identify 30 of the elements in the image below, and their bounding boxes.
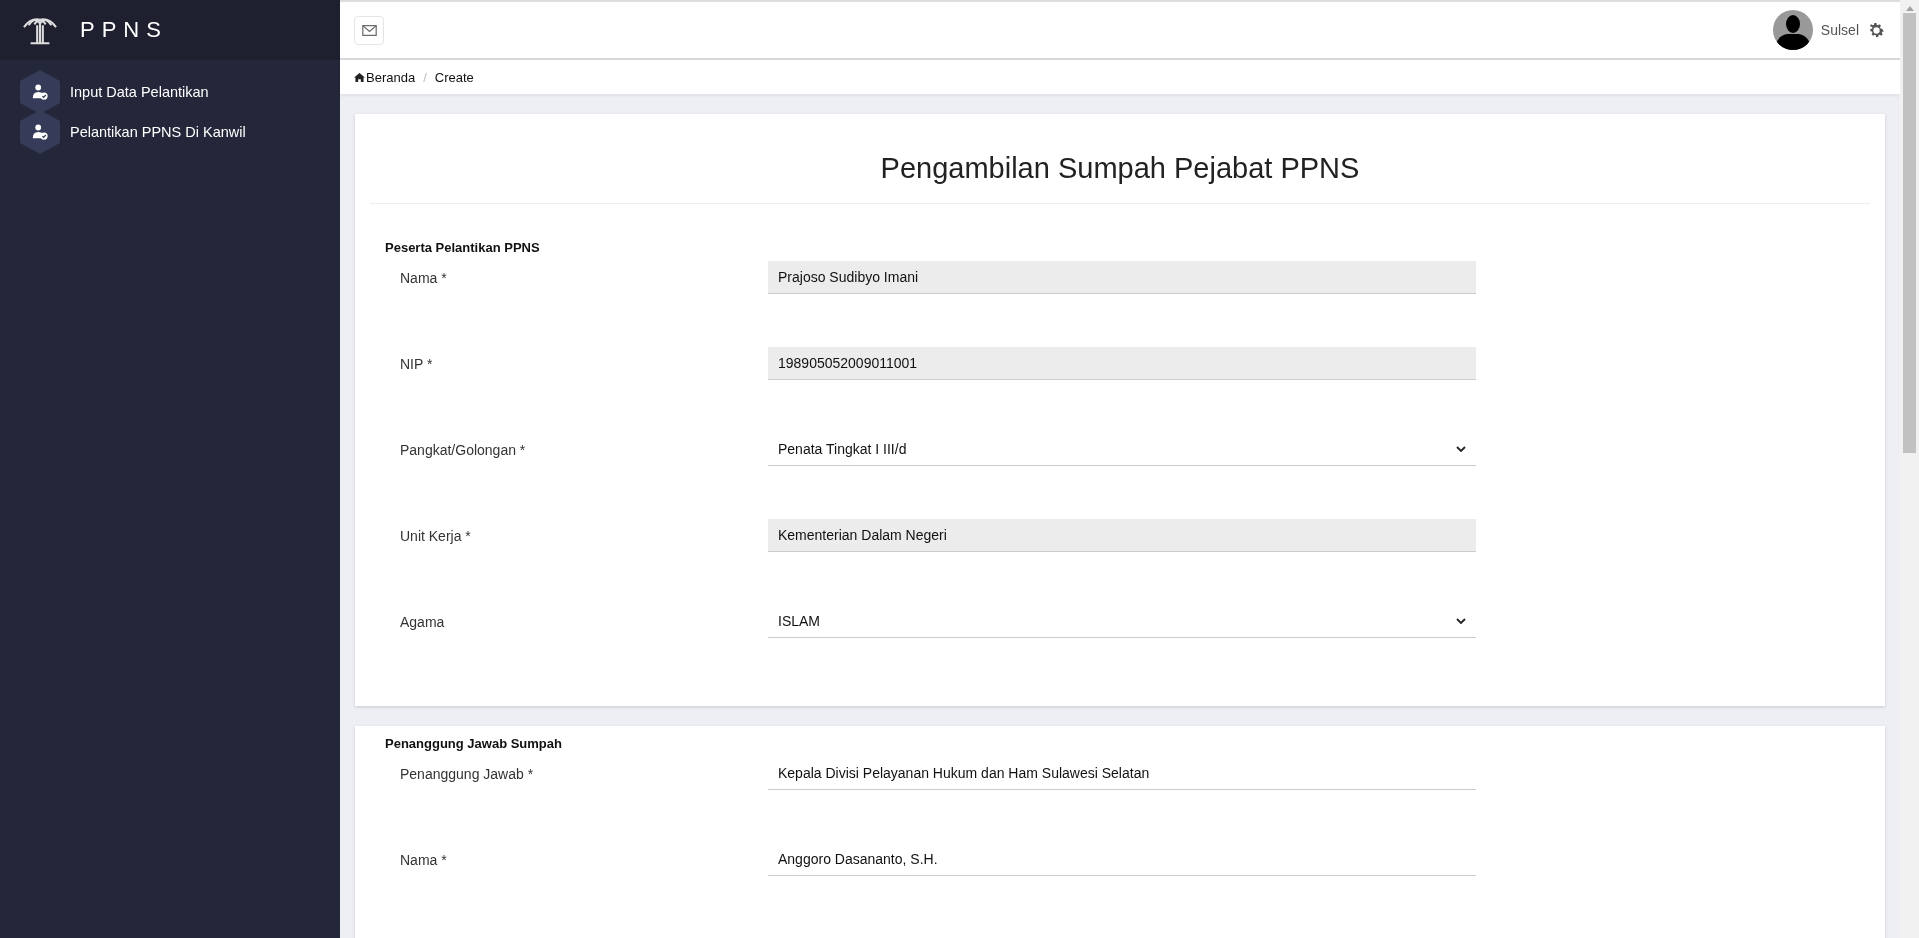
- section-title: Penanggung Jawab Sumpah: [384, 735, 563, 753]
- mail-button[interactable]: [354, 15, 384, 45]
- breadcrumb-separator: /: [423, 69, 427, 85]
- avatar-icon: [1772, 10, 1813, 50]
- settings-icon[interactable]: [1867, 20, 1886, 40]
- input-field[interactable]: Prajoso Sudibyo Imani: [768, 261, 1476, 294]
- sidebar-item[interactable]: Pelantikan PPNS Di Kanwil: [0, 112, 340, 152]
- chevron-down-icon: [1456, 618, 1466, 624]
- user-check-icon: [31, 83, 49, 101]
- section-title: Peserta Pelantikan PPNS: [384, 239, 541, 257]
- field-label: Pangkat/Golongan *: [400, 441, 527, 458]
- home-icon: [354, 72, 365, 82]
- field-label: Nama *: [400, 269, 448, 286]
- brand-title: PPNS: [80, 17, 168, 43]
- input-field[interactable]: Kementerian Dalam Negeri: [768, 519, 1476, 552]
- chevron-down-icon: [1456, 446, 1466, 452]
- field-label: Nama *: [400, 851, 448, 868]
- sidebar-item[interactable]: Input Data Pelantikan: [0, 72, 340, 112]
- scrollbar-thumb[interactable]: [1903, 13, 1916, 453]
- breadcrumb-current: Create: [434, 69, 474, 85]
- envelope-icon: [361, 24, 377, 36]
- field-label: Penanggung Jawab *: [400, 765, 535, 782]
- field-label: Unit Kerja *: [400, 527, 472, 544]
- field-label: Agama: [400, 613, 446, 630]
- page-title: Pengambilan Sumpah Pejabat PPNS: [370, 114, 1870, 204]
- user-name: Sulsel: [1820, 22, 1859, 38]
- input-field[interactable]: 198905052009011001: [768, 347, 1476, 380]
- field-label: NIP *: [400, 355, 434, 372]
- breadcrumb-link[interactable]: Beranda: [354, 69, 416, 85]
- user-check-icon: [31, 123, 49, 141]
